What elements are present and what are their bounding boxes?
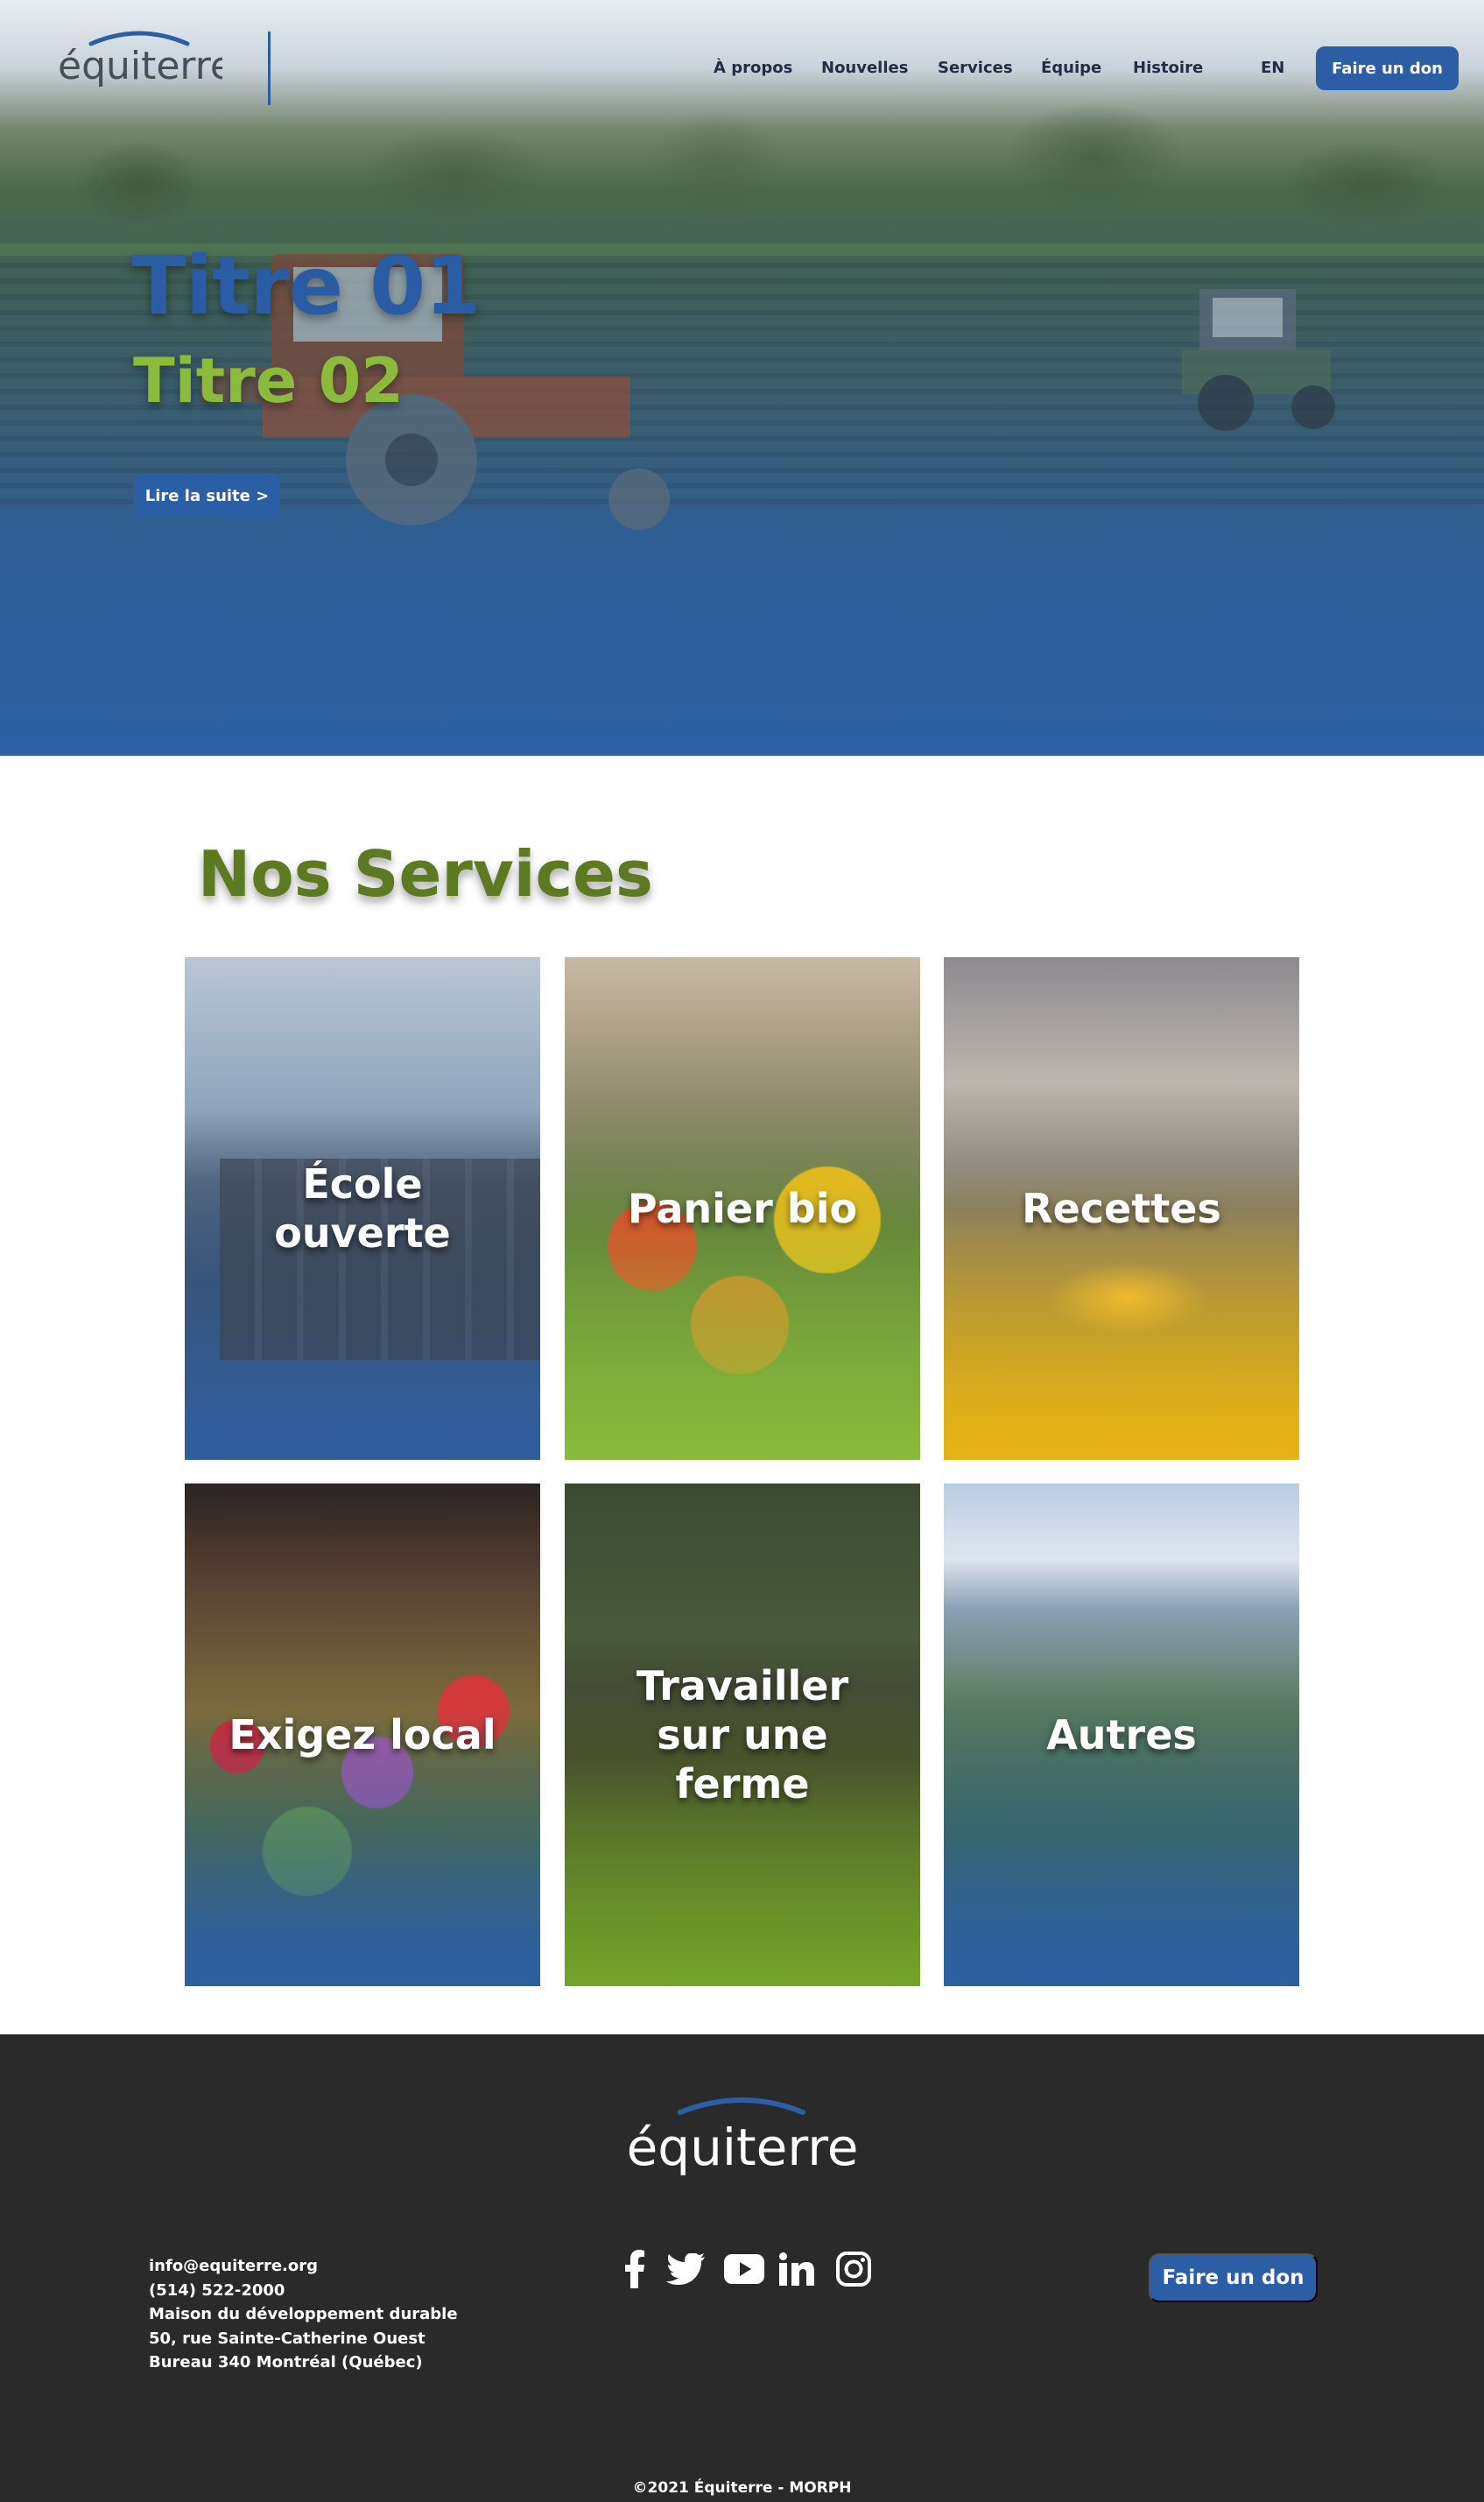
contact-phone[interactable]: (514) 522-2000 — [149, 2279, 458, 2303]
instagram-icon[interactable] — [834, 2249, 873, 2289]
contact-address-line: Bureau 340 Montréal (Québec) — [149, 2353, 423, 2372]
tractor-illustration-far — [1182, 289, 1335, 431]
service-card-label: Panier bio — [627, 1185, 858, 1232]
service-card-recettes[interactable]: Recettes — [944, 957, 1299, 1460]
service-card-panier-bio[interactable]: Panier bio — [565, 957, 920, 1460]
service-card-exigez-local[interactable]: Exigez local — [185, 1484, 540, 1986]
footer-logo-mark: équiterre — [628, 2097, 857, 2177]
nav-item-nouvelles[interactable]: Nouvelles — [821, 55, 908, 81]
nav-item-a-propos[interactable]: À propos — [714, 55, 792, 81]
read-more-button[interactable]: Lire la suite > — [134, 474, 280, 518]
service-card-label: Exigez local — [229, 1711, 496, 1758]
hero-title-secondary: Titre 02 — [133, 345, 404, 417]
service-card-travailler-sur-une-ferme[interactable]: Travailler sur une ferme — [565, 1484, 920, 1986]
footer-equiterre-logo[interactable]: équiterre — [628, 2093, 857, 2189]
footer-donate-button[interactable]: Faire un don — [1149, 2253, 1318, 2302]
youtube-icon[interactable] — [723, 2249, 765, 2289]
twitter-icon[interactable] — [666, 2249, 705, 2289]
language-toggle[interactable]: EN — [1261, 55, 1284, 81]
service-card-autres[interactable]: Autres — [944, 1484, 1299, 1986]
contact-address-line: Maison du développement durable — [149, 2305, 458, 2323]
service-card-ecole-ouverte[interactable]: École ouverte — [185, 957, 540, 1460]
social-links — [615, 2249, 878, 2293]
hero-title-primary: Titre 01 — [131, 239, 481, 333]
copyright-text: ©2021 Équiterre - MORPH — [632, 2479, 852, 2497]
nav-item-services[interactable]: Services — [938, 55, 1013, 81]
header-donate-button[interactable]: Faire un don — [1316, 46, 1459, 90]
service-card-label: École ouverte — [274, 1160, 451, 1257]
footer-contact-info: info@equiterre.org (514) 522-2000 Maison… — [149, 2254, 458, 2375]
service-card-label: Autres — [1046, 1711, 1197, 1758]
contact-address-line: 50, rue Sainte-Catherine Ouest — [149, 2329, 426, 2348]
contact-email[interactable]: info@equiterre.org — [149, 2254, 458, 2279]
service-card-label: Travailler sur une ferme — [636, 1662, 849, 1808]
footer-logo-text: équiterre — [628, 2118, 857, 2177]
service-card-label: Recettes — [1022, 1185, 1221, 1232]
nav-item-histoire[interactable]: Histoire — [1133, 55, 1203, 81]
main-nav: À propos Nouvelles Services Équipe Histo… — [0, 55, 1484, 81]
facebook-icon[interactable] — [615, 2249, 654, 2289]
hero-tree-line — [0, 79, 1484, 263]
nav-item-equipe[interactable]: Équipe — [1041, 55, 1101, 81]
linkedin-icon[interactable] — [777, 2249, 816, 2289]
services-section-title: Nos Services — [198, 837, 653, 911]
